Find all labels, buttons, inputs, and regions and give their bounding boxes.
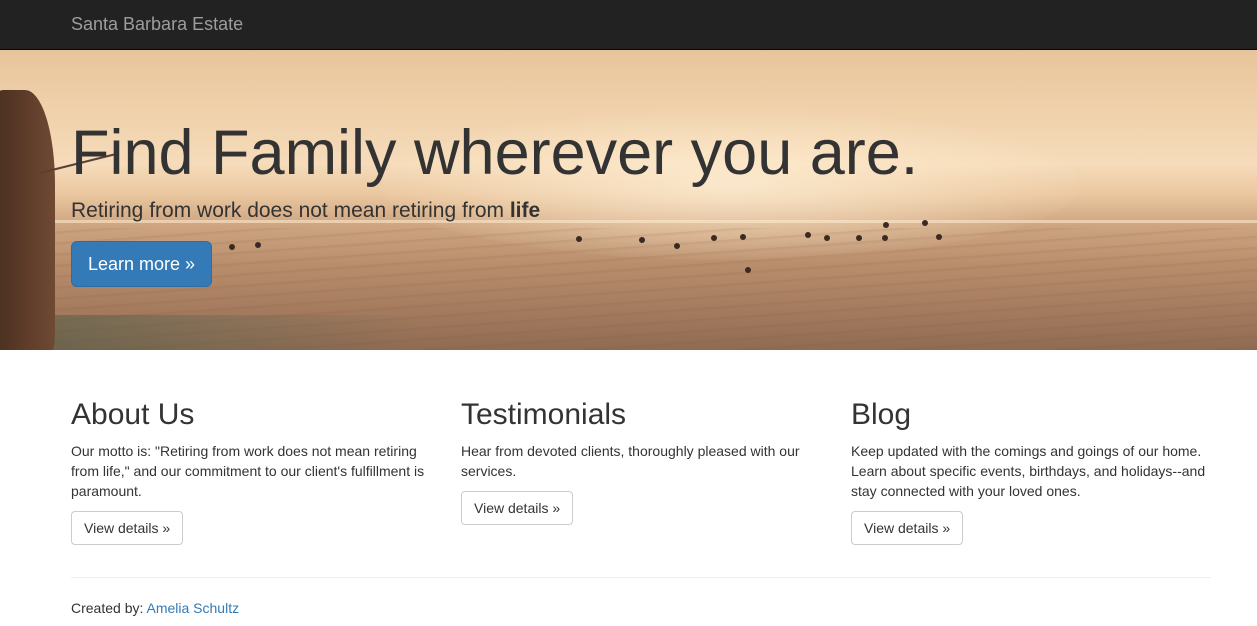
surfer-figure bbox=[711, 235, 717, 241]
about-us-column: About Us Our motto is: "Retiring from wo… bbox=[71, 395, 431, 545]
about-us-heading: About Us bbox=[71, 398, 195, 431]
surfer-figure bbox=[883, 222, 889, 228]
testimonials-column: Testimonials Hear from devoted clients, … bbox=[461, 395, 821, 525]
hero-jumbotron: Find Family wherever you are. Retiring f… bbox=[0, 50, 1257, 350]
surfer-figure bbox=[922, 220, 928, 226]
surfer-figure bbox=[229, 244, 235, 250]
page-footer: Created by: Amelia Schultz bbox=[71, 598, 239, 618]
hero-subtitle: Retiring from work does not mean retirin… bbox=[71, 198, 540, 224]
surfer-figure bbox=[936, 234, 942, 240]
surfer-figure bbox=[856, 235, 862, 241]
brand-link[interactable]: Santa Barbara Estate bbox=[71, 13, 243, 35]
hero-title: Find Family wherever you are. bbox=[71, 118, 919, 188]
about-us-text: Our motto is: "Retiring from work does n… bbox=[71, 443, 425, 499]
blog-column: Blog Keep updated with the comings and g… bbox=[851, 395, 1211, 545]
surfer-figure bbox=[639, 237, 645, 243]
surfer-figure bbox=[824, 235, 830, 241]
learn-more-button[interactable]: Learn more » bbox=[71, 241, 212, 287]
hero-subtitle-text: Retiring from work does not mean retirin… bbox=[71, 199, 504, 222]
testimonials-heading: Testimonials bbox=[461, 398, 627, 431]
surfer-figure bbox=[255, 242, 261, 248]
surfer-figure bbox=[740, 234, 746, 240]
surfer-figure bbox=[805, 232, 811, 238]
hero-background-shore bbox=[0, 315, 420, 350]
surfer-figure bbox=[745, 267, 751, 273]
hero-background-fisherman bbox=[0, 90, 55, 350]
footer-divider bbox=[71, 577, 1211, 578]
testimonials-text: Hear from devoted clients, thoroughly pl… bbox=[461, 443, 800, 479]
surfer-figure bbox=[882, 235, 888, 241]
surfer-figure bbox=[576, 236, 582, 242]
created-by-label: Created by: bbox=[71, 600, 144, 616]
author-link[interactable]: Amelia Schultz bbox=[147, 600, 240, 616]
surfer-figure bbox=[674, 243, 680, 249]
blog-heading: Blog bbox=[851, 398, 912, 431]
about-us-view-details-button[interactable]: View details » bbox=[71, 511, 184, 545]
testimonials-view-details-button[interactable]: View details » bbox=[461, 491, 574, 525]
blog-text: Keep updated with the comings and goings… bbox=[851, 443, 1206, 499]
blog-view-details-button[interactable]: View details » bbox=[851, 511, 964, 545]
hero-subtitle-emphasis: life bbox=[509, 199, 541, 222]
top-navbar: Santa Barbara Estate bbox=[0, 0, 1257, 50]
